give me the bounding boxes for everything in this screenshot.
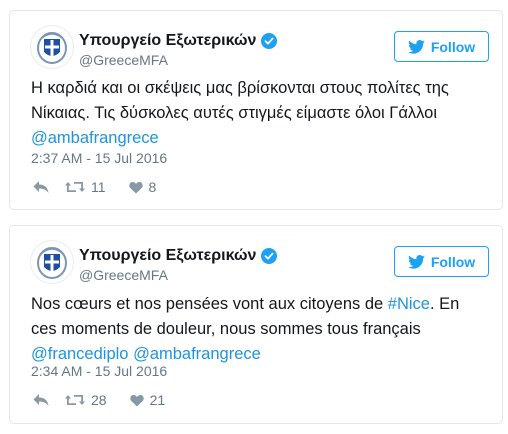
author-name[interactable]: Υπουργείο Εξωτερικών: [79, 32, 256, 50]
tweet-card: Υπουργείο Εξωτερικών @GreeceMFA Follow Η…: [9, 10, 503, 210]
mention-link[interactable]: @ambafrangrece: [133, 345, 261, 363]
follow-label: Follow: [430, 38, 476, 55]
reply-button[interactable]: [33, 393, 49, 407]
avatar[interactable]: [30, 25, 74, 69]
author-handle[interactable]: @GreeceMFA: [79, 52, 168, 68]
reply-icon: [33, 394, 49, 406]
verified-badge-icon: [261, 248, 278, 264]
tweet-text: Η καρδιά και οι σκέψεις μας βρίσκονται σ…: [31, 76, 488, 151]
tweet-text-body: Nos cœurs et nos pensées vont aux citoye…: [31, 295, 388, 313]
twitter-bird-icon: [407, 254, 425, 269]
mention-link[interactable]: @ambafrangrece: [31, 129, 159, 147]
like-count: 21: [149, 392, 166, 408]
avatar[interactable]: [30, 240, 74, 284]
heart-icon: [128, 181, 143, 193]
retweet-button[interactable]: 11: [65, 179, 106, 195]
follow-button[interactable]: Follow: [394, 31, 489, 62]
tweet-actions: 11 8: [33, 179, 156, 195]
tweet-timestamp[interactable]: 2:37 AM - 15 Jul 2016: [31, 150, 167, 166]
retweet-count: 28: [91, 392, 107, 408]
like-count: 8: [148, 179, 157, 195]
tweet-card: Υπουργείο Εξωτερικών @GreeceMFA Follow N…: [9, 225, 503, 424]
heart-icon: [129, 394, 144, 406]
hashtag-link[interactable]: #Nice: [388, 295, 430, 313]
greek-emblem-icon: [37, 32, 67, 64]
verified-badge-icon: [261, 33, 278, 49]
tweet-text-body: Η καρδιά και οι σκέψεις μας βρίσκονται σ…: [31, 79, 449, 122]
reply-icon: [33, 181, 49, 193]
follow-button[interactable]: Follow: [394, 246, 489, 277]
retweet-icon: [65, 182, 85, 192]
author-handle[interactable]: @GreeceMFA: [79, 267, 168, 283]
retweet-count: 11: [91, 179, 106, 195]
tweet-text: Nos cœurs et nos pensées vont aux citoye…: [31, 292, 488, 367]
follow-label: Follow: [430, 253, 476, 270]
tweet-actions: 28 21: [33, 392, 165, 408]
author-name[interactable]: Υπουργείο Εξωτερικών: [79, 247, 256, 265]
retweet-button[interactable]: 28: [65, 392, 107, 408]
reply-button[interactable]: [33, 180, 49, 194]
like-button[interactable]: 8: [128, 179, 157, 195]
retweet-icon: [65, 395, 85, 405]
mention-link[interactable]: @francediplo: [31, 345, 128, 363]
tweet-timestamp[interactable]: 2:34 AM - 15 Jul 2016: [31, 363, 167, 379]
greek-emblem-icon: [37, 247, 67, 279]
like-button[interactable]: 21: [129, 392, 166, 408]
twitter-bird-icon: [407, 39, 425, 54]
